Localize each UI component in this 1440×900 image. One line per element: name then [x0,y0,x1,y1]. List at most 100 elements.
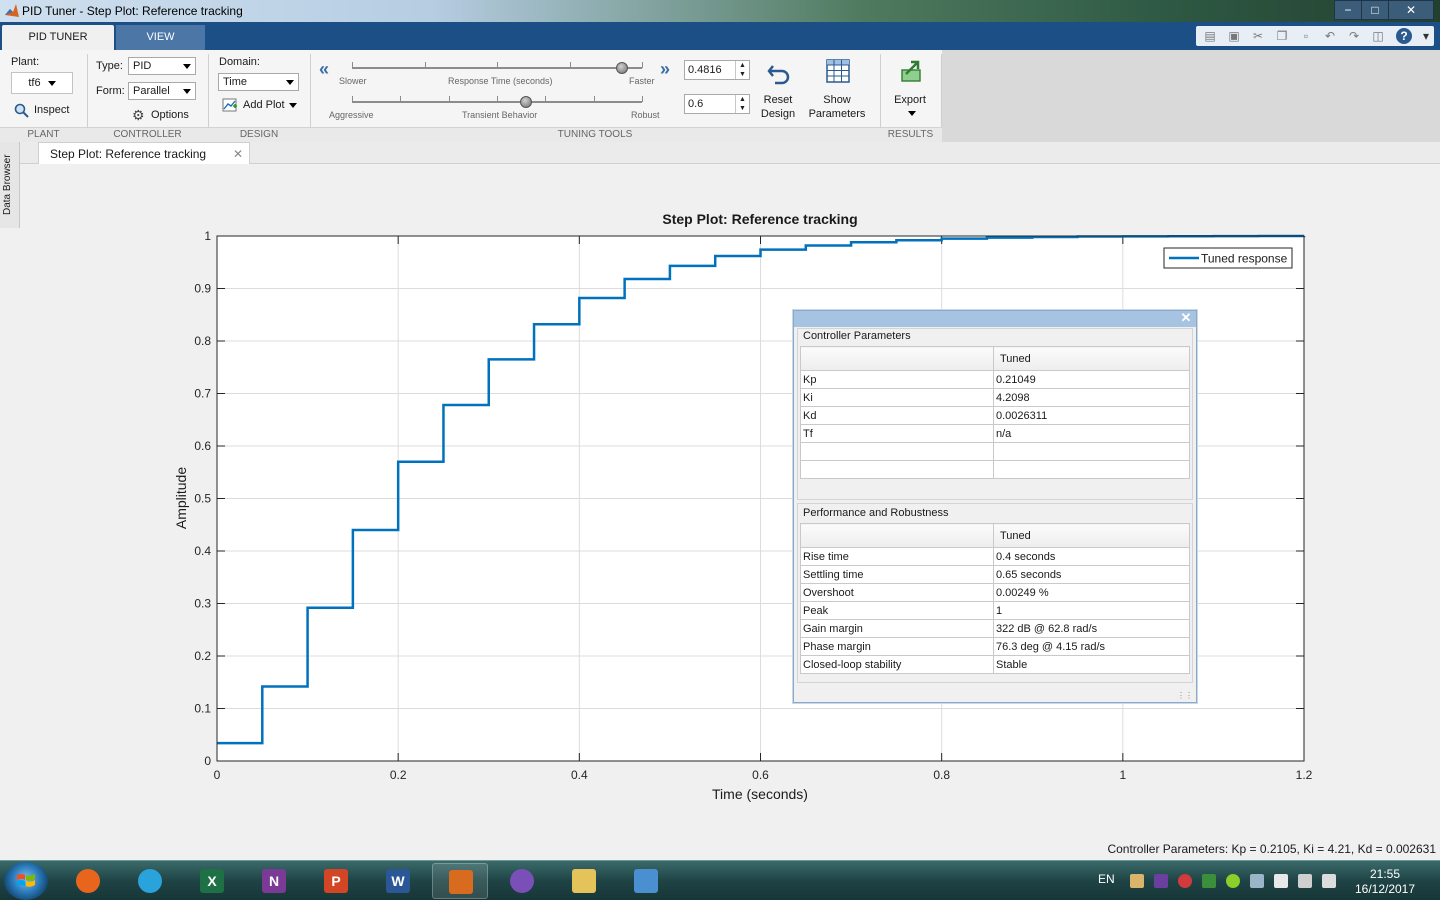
minimize-button[interactable]: − [1334,0,1362,20]
table-icon [826,59,850,83]
slower-chevron-icon[interactable]: « [319,59,329,80]
table-row: Tf n/a [800,424,1190,443]
data-browser-tab[interactable]: Data Browser [0,142,20,228]
action-center-flag-icon[interactable] [1274,874,1288,888]
taskbar-file-explorer-button[interactable] [556,863,612,899]
undo-icon[interactable]: ↶ [1322,28,1338,44]
controller-parameters-table: Tuned Kp 0.21049 Ki 4.2098 Kd 0.0026311 Tf n/a [800,346,1190,479]
x-tick-label: 0.4 [571,768,588,782]
show-parameters-button[interactable]: Show Parameters [809,56,868,122]
spinner-arrows-icon[interactable]: ▲ ▼ [735,95,749,113]
form-dropdown[interactable]: Parallel [128,82,196,100]
slider-tick [449,96,450,102]
response-time-slider-thumb[interactable] [615,62,628,74]
tab-pid-tuner[interactable]: PID TUNER [2,25,114,50]
document-tab-bar: Step Plot: Reference tracking ✕ [20,142,1440,165]
redo-icon[interactable]: ↷ [1346,28,1362,44]
options-button[interactable]: ⚙ Options [132,107,196,123]
x-tick-label: 1 [1119,768,1126,782]
expand-icon[interactable]: ▾ [1418,28,1434,44]
parameter-value: 0.4 seconds [993,547,1190,566]
faster-chevron-icon[interactable]: » [660,59,670,80]
firefox-icon [76,869,100,893]
copy-icon[interactable]: ❐ [1274,28,1290,44]
tray-app-icon[interactable] [1130,874,1144,888]
quick-access-toolbar: ▤ ▣ ✂ ❐ ▫ ↶ ↷ ◫ ? ▾ [1196,26,1434,46]
reset-label-line1: Reset [763,94,793,106]
response-time-value: 0.4816 [688,64,722,76]
slider-tick [545,96,546,102]
language-indicator[interactable]: EN [1098,872,1115,886]
tray-app-icon[interactable] [1178,874,1192,888]
parameters-panel: ✕ Controller Parameters Tuned Kp 0.21049 K… [793,310,1197,703]
chevron-down-icon [47,80,56,86]
resize-grip-icon[interactable]: ⋮⋮ [1177,691,1193,700]
toolstrip-background [942,50,1440,142]
excel-icon: X [200,869,224,893]
taskbar-excel-button[interactable]: X [184,863,240,899]
plant-dropdown[interactable]: tf6 [11,72,73,94]
paste-icon[interactable]: ▫ [1298,28,1314,44]
taskbar-matlab-button[interactable] [432,863,488,899]
parameter-value: 0.65 seconds [993,565,1190,584]
volume-icon[interactable] [1322,874,1336,888]
x-tick-label: 0.6 [752,768,769,782]
tray-app-icon[interactable] [1154,874,1168,888]
table-row [800,442,1190,461]
y-tick-label: 0.4 [194,544,211,558]
x-tick-label: 1.2 [1296,768,1313,782]
add-plot-button[interactable]: Add Plot [222,97,302,115]
taskbar-telegram-button[interactable] [122,863,178,899]
spinner-arrows-icon[interactable]: ▲ ▼ [735,61,749,79]
close-panel-icon[interactable]: ✕ [1179,311,1193,325]
chevron-down-icon [183,89,191,94]
x-tick-label: 0.8 [933,768,950,782]
table-row: Kp 0.21049 [800,370,1190,389]
taskbar-word-button[interactable]: W [370,863,426,899]
open-icon[interactable]: ▤ [1202,28,1218,44]
close-button[interactable]: ✕ [1388,0,1434,20]
taskbar-cat-app-button[interactable] [494,863,550,899]
help-icon[interactable]: ? [1396,28,1412,44]
y-tick-label: 0.3 [194,597,211,611]
reset-design-button[interactable]: Reset Design [758,56,798,122]
window-title: PID Tuner - Step Plot: Reference trackin… [22,4,243,18]
inspect-label: Inspect [34,104,70,116]
tray-app-icon[interactable] [1202,874,1216,888]
plot-title: Step Plot: Reference tracking [662,211,857,227]
tab-view[interactable]: VIEW [116,25,205,50]
switch-windows-icon[interactable]: ◫ [1370,28,1386,44]
tray-app-icon[interactable] [1250,874,1264,888]
taskbar-firefox-button[interactable] [60,863,116,899]
save-icon[interactable]: ▣ [1226,28,1242,44]
close-tab-icon[interactable]: ✕ [233,143,243,165]
legend[interactable]: Tuned response [1163,247,1293,269]
parameter-value: 322 dB @ 62.8 rad/s [993,619,1190,638]
parameter-name: Kp [800,370,994,389]
document-tab-step-plot[interactable]: Step Plot: Reference tracking ✕ [38,142,250,165]
taskbar-onenote-button[interactable]: N [246,863,302,899]
type-dropdown[interactable]: PID [128,57,196,75]
clock[interactable]: 21:55 16/12/2017 [1350,867,1420,897]
results-section-label: RESULTS [887,129,934,140]
maximize-button[interactable]: □ [1361,0,1389,20]
cut-icon[interactable]: ✂ [1250,28,1266,44]
plant-label: Plant: [11,56,40,68]
transient-behavior-slider-thumb[interactable] [520,96,532,108]
matlab-icon [449,870,473,894]
tray-app-icon[interactable] [1226,874,1240,888]
export-button[interactable]: Export [890,56,934,122]
taskbar-remote-desktop-button[interactable] [618,863,674,899]
taskbar-powerpoint-button[interactable]: P [308,863,364,899]
inspect-button[interactable]: Inspect [14,102,84,120]
transient-behavior-field[interactable]: 0.6 ▲ ▼ [684,94,750,114]
parameter-value: 76.3 deg @ 4.15 rad/s [993,637,1190,656]
network-icon[interactable] [1298,874,1312,888]
remote-desktop-icon [634,869,658,893]
domain-dropdown[interactable]: Time [218,73,299,91]
start-button[interactable] [4,862,48,900]
table-row: Rise time 0.4 seconds [800,547,1190,566]
y-tick-label: 0.5 [194,492,211,506]
response-time-field[interactable]: 0.4816 ▲ ▼ [684,60,750,80]
tuning-tools-section-label: TUNING TOOLS [557,129,633,140]
